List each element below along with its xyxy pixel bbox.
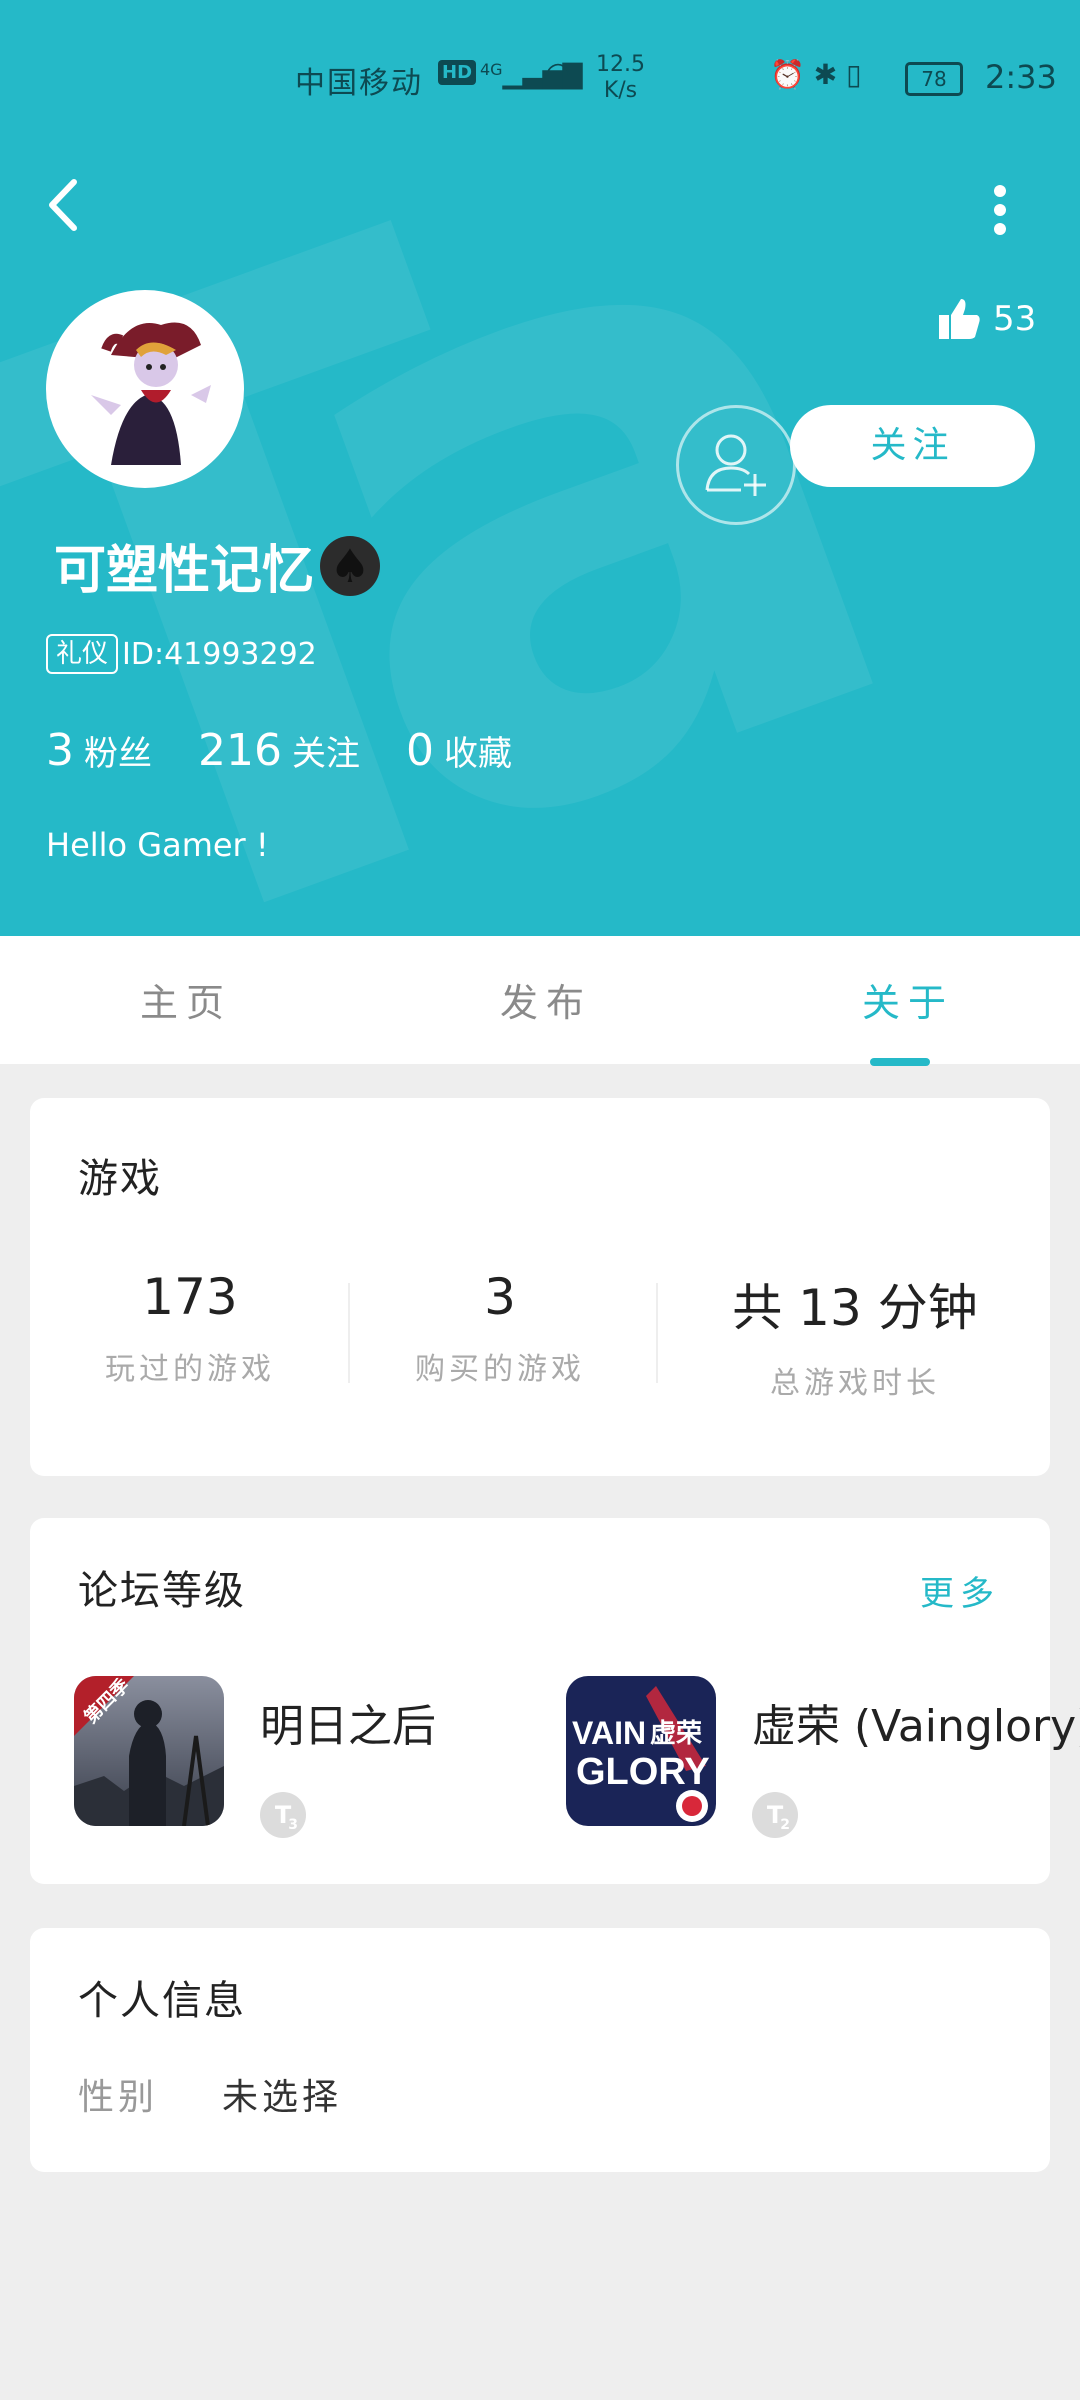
status-icons: ⏰ ✱ ▯ bbox=[770, 58, 862, 91]
game-icon-mingri: 第四季 bbox=[74, 1676, 224, 1826]
clock: 2:33 bbox=[985, 58, 1057, 96]
tab-about[interactable]: 关于 bbox=[862, 972, 954, 1027]
hd-icon: HD bbox=[438, 60, 477, 85]
forum-level-card: 论坛等级 更多 第四季 明日之后 T3 VAIN 虚荣 GLORY 虚荣 (Va… bbox=[30, 1518, 1080, 1884]
add-user-icon bbox=[705, 434, 766, 496]
glory-text: GLORY bbox=[576, 1751, 710, 1793]
level-badge-icon: T3 bbox=[260, 1792, 306, 1838]
tab-posts[interactable]: 发布 bbox=[500, 972, 592, 1027]
tab-home[interactable]: 主页 bbox=[140, 972, 232, 1027]
purchased-games-stat[interactable]: 3 购买的游戏 bbox=[380, 1268, 620, 1388]
etiquette-badge[interactable]: 礼仪 bbox=[46, 634, 119, 674]
level-number: 2 bbox=[780, 1817, 790, 1833]
likes-count: 53 bbox=[993, 299, 1037, 339]
speed-value: 12.5 bbox=[596, 52, 645, 77]
level-number: 3 bbox=[288, 1817, 298, 1833]
stat-divider bbox=[348, 1283, 350, 1383]
speed-unit: K/s bbox=[603, 78, 638, 103]
playtime-label: 总游戏时长 bbox=[770, 1366, 940, 1401]
personal-info-title: 个人信息 bbox=[78, 1978, 246, 2024]
status-bar: 中国移动 HD 4G▁▃▅▇ ◠ 12.5 K/s ⏰ ✱ ▯ 78 2:33 bbox=[0, 52, 1080, 112]
forum-item[interactable]: 第四季 明日之后 T3 bbox=[74, 1676, 436, 1838]
profile-tabs: 主页 发布 关于 bbox=[0, 936, 1080, 1064]
active-tab-indicator bbox=[870, 1058, 930, 1066]
social-stats: 3 粉丝 216 关注 0 收藏 bbox=[46, 725, 512, 776]
username: 可塑性记忆 bbox=[54, 541, 315, 601]
bio: Hello Gamer ! bbox=[46, 826, 269, 864]
network-speed: 12.5 K/s bbox=[596, 52, 645, 104]
forum-item[interactable]: VAIN 虚荣 GLORY 虚荣 (Vainglory) T2 bbox=[566, 1676, 1080, 1838]
favorites-label: 收藏 bbox=[443, 734, 512, 774]
gender-row: 性别 未选择 bbox=[78, 2068, 342, 2120]
following-stat[interactable]: 216 关注 bbox=[198, 725, 360, 776]
forum-name: 明日之后 bbox=[260, 1701, 436, 1752]
following-count: 216 bbox=[198, 725, 282, 776]
played-games-count: 173 bbox=[142, 1268, 238, 1326]
game-icon-vainglory: VAIN 虚荣 GLORY bbox=[566, 1676, 716, 1826]
user-id-row: 礼仪 ID:41993292 bbox=[46, 634, 317, 674]
games-card: 游戏 173 玩过的游戏 3 购买的游戏 共 13 分钟 总游戏时长 bbox=[30, 1098, 1050, 1476]
played-games-label: 玩过的游戏 bbox=[105, 1352, 275, 1387]
chevron-left-icon bbox=[49, 179, 77, 231]
following-label: 关注 bbox=[291, 734, 360, 774]
likes-counter[interactable]: 53 bbox=[935, 295, 1036, 343]
purchased-games-label: 购买的游戏 bbox=[415, 1352, 585, 1387]
games-card-title: 游戏 bbox=[78, 1156, 162, 1202]
gender-label: 性别 bbox=[78, 2077, 159, 2118]
vibrate-icon: ▯ bbox=[846, 58, 862, 91]
carrier-label: 中国移动 bbox=[295, 66, 423, 101]
favorites-count: 0 bbox=[405, 725, 434, 776]
personal-info-card: 个人信息 性别 未选择 bbox=[30, 1928, 1050, 2172]
fans-label: 粉丝 bbox=[84, 734, 152, 774]
vain-text: VAIN bbox=[572, 1715, 646, 1751]
stat-divider bbox=[656, 1283, 658, 1383]
bluetooth-icon: ✱ bbox=[813, 58, 838, 91]
xurong-text: 虚荣 bbox=[650, 1719, 702, 1749]
username-row: 可塑性记忆 ♠ bbox=[54, 528, 381, 603]
jester-avatar-image bbox=[51, 295, 239, 483]
user-id: ID:41993292 bbox=[122, 636, 317, 672]
add-friend-button[interactable] bbox=[676, 405, 796, 525]
gender-value: 未选择 bbox=[222, 2077, 343, 2118]
back-button[interactable] bbox=[40, 170, 100, 240]
thumbs-up-icon bbox=[939, 299, 980, 339]
forum-name: 虚荣 (Vainglory) bbox=[752, 1701, 1080, 1752]
alarm-icon: ⏰ bbox=[770, 58, 805, 91]
spade-icon: ♠ bbox=[320, 535, 381, 596]
more-vertical-icon bbox=[994, 185, 1006, 235]
profile-header: T a 中国移动 HD 4G▁▃▅▇ ◠ 12.5 K/s ⏰ ✱ ▯ 78 2:… bbox=[0, 0, 1080, 936]
favorites-stat[interactable]: 0 收藏 bbox=[406, 725, 512, 776]
wifi-icon: ◠ bbox=[545, 56, 572, 91]
avatar[interactable] bbox=[46, 290, 244, 488]
battery-icon: 78 bbox=[905, 62, 963, 96]
level-badge-icon: T2 bbox=[752, 1792, 798, 1838]
follow-button[interactable]: 关注 bbox=[790, 405, 1035, 487]
network-label: 4G bbox=[480, 60, 503, 79]
playtime-value: 共 13 分钟 bbox=[732, 1279, 978, 1337]
fans-stat[interactable]: 3 粉丝 bbox=[46, 725, 152, 776]
fans-count: 3 bbox=[46, 725, 74, 776]
more-link[interactable]: 更多 bbox=[920, 1566, 1000, 1615]
playtime-stat[interactable]: 共 13 分钟 总游戏时长 bbox=[690, 1268, 1020, 1402]
purchased-games-count: 3 bbox=[484, 1268, 516, 1326]
more-options-button[interactable] bbox=[980, 175, 1020, 245]
played-games-stat[interactable]: 173 玩过的游戏 bbox=[70, 1268, 310, 1388]
forum-card-title: 论坛等级 bbox=[78, 1568, 246, 1614]
